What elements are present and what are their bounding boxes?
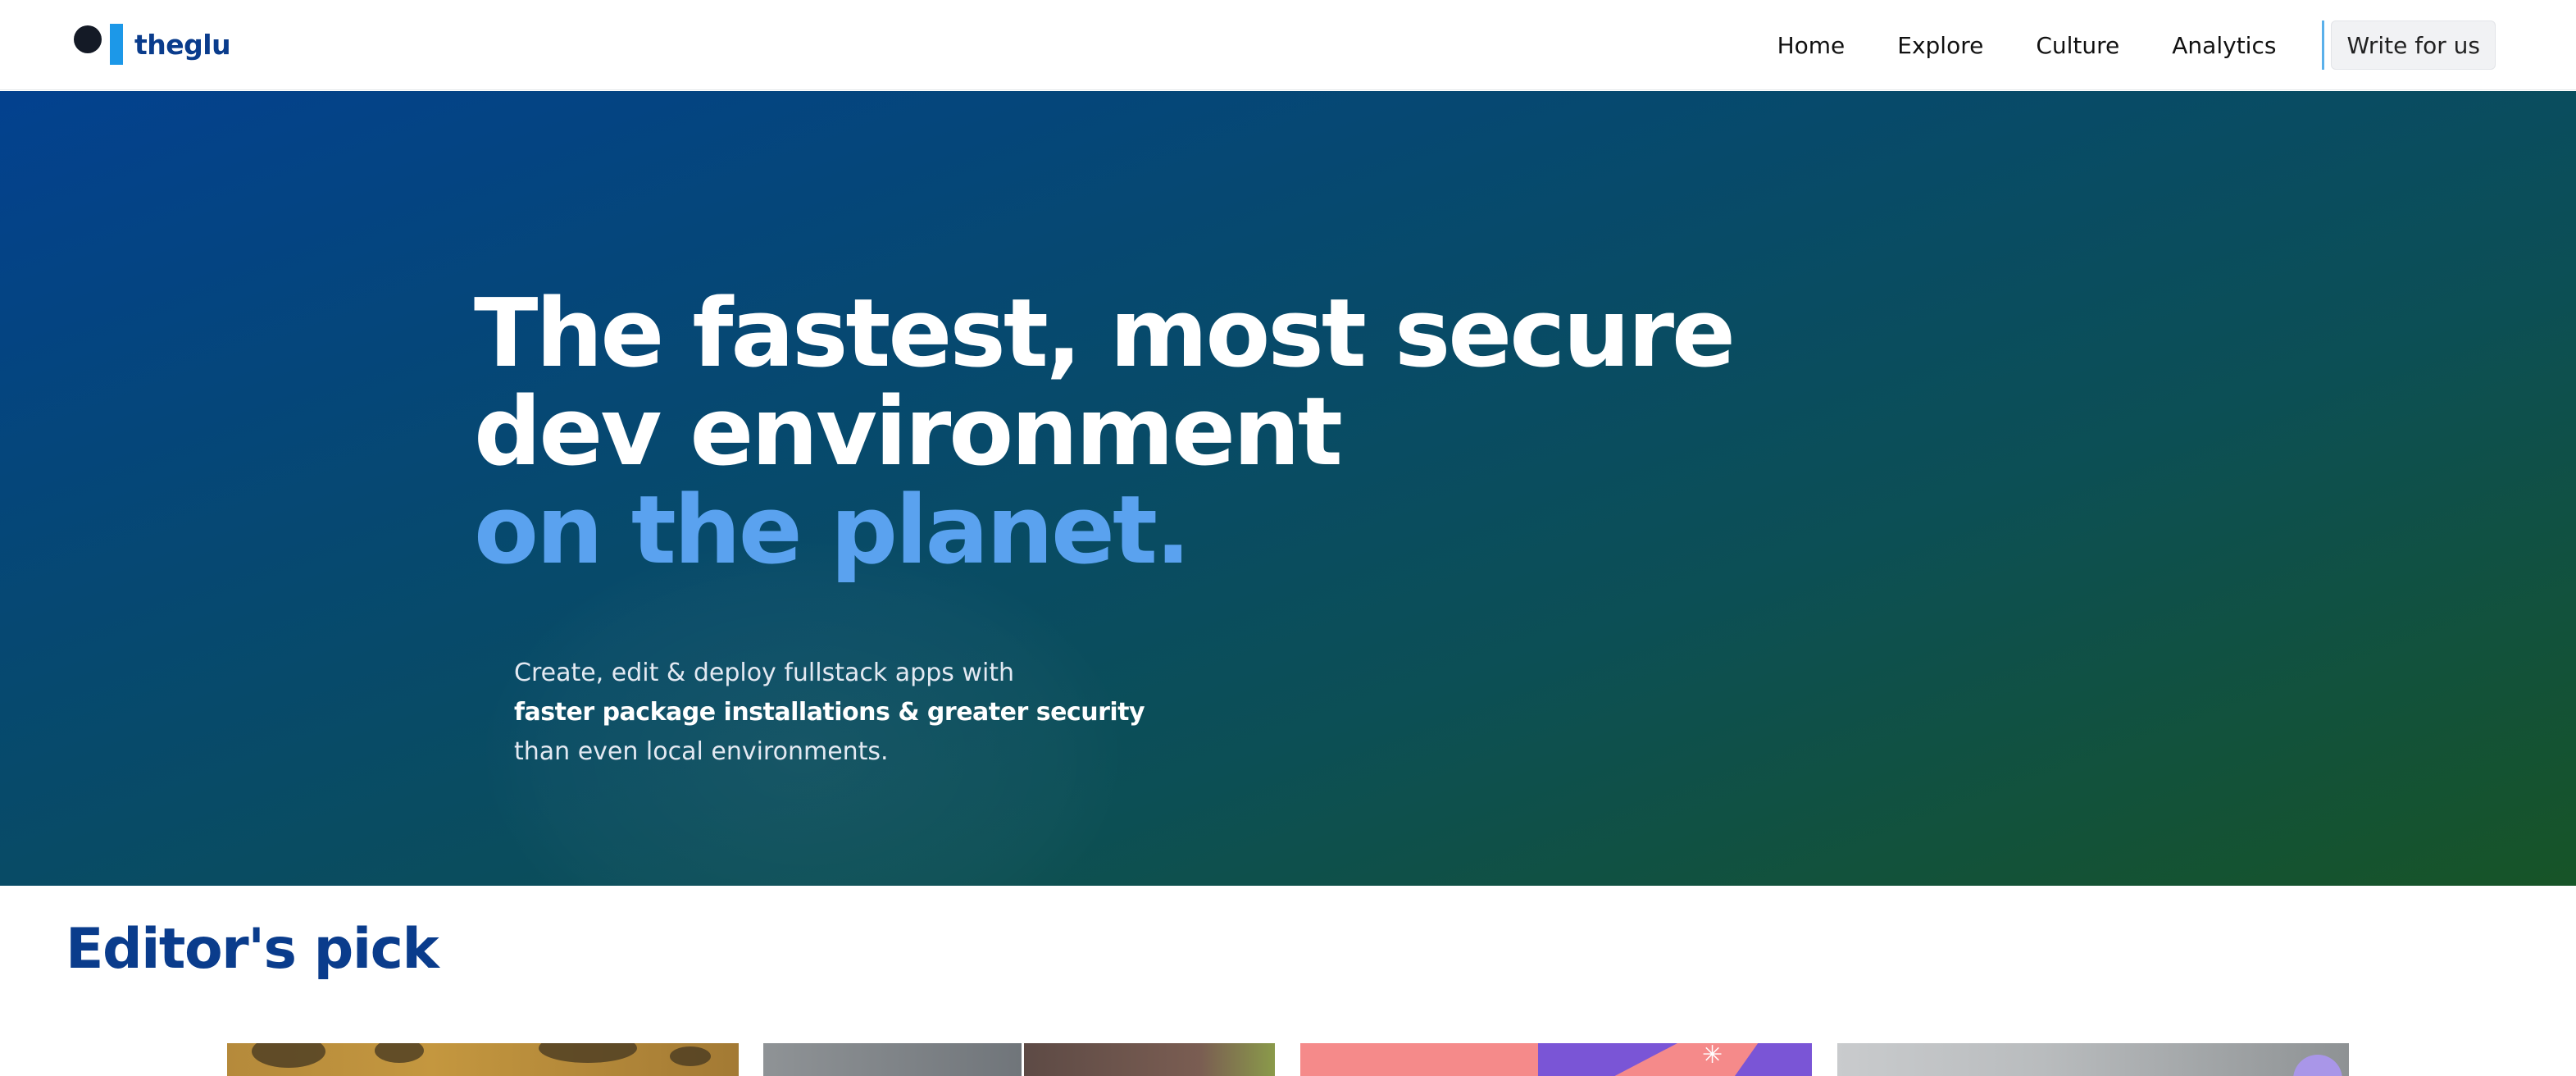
hero-subtitle-line-1: Create, edit & deploy fullstack apps wit… (514, 659, 1015, 687)
editors-pick-card-1-image[interactable] (227, 1043, 739, 1076)
sparkle-icon: ✳ (1702, 1043, 1723, 1069)
hero-subtitle-line-3: than even local environments. (514, 737, 889, 766)
editors-pick-card-3-image[interactable]: ✳ (1300, 1043, 1812, 1076)
hero-title-line-1: The fastest, most secure (474, 279, 1736, 389)
hero-title-line-3: on the planet. (474, 476, 1191, 586)
nav-explore[interactable]: Explore (1897, 32, 1983, 59)
card-4-purple-circle (2293, 1055, 2342, 1076)
hero-title: The fastest, most secure dev environment… (474, 279, 1736, 586)
card-3-purple-shape (1538, 1043, 1677, 1076)
hero-subtitle: Create, edit & deploy fullstack apps wit… (514, 654, 1145, 772)
card-3-purple-shape-right (1735, 1043, 1812, 1076)
nav-culture[interactable]: Culture (2036, 32, 2119, 59)
nav-analytics[interactable]: Analytics (2172, 32, 2276, 59)
card-2-photo-right (1024, 1043, 1275, 1076)
card-2-photo-left (763, 1043, 1022, 1076)
editors-pick-card-4-image[interactable] (1837, 1043, 2349, 1076)
brand-logo[interactable]: theglu (74, 23, 231, 66)
nav-home[interactable]: Home (1777, 32, 1846, 59)
brand-name: theglu (134, 28, 231, 61)
main-nav: Home Explore Culture Analytics Write for… (1777, 0, 2496, 90)
editors-pick-card-2-image[interactable] (763, 1043, 1275, 1076)
write-for-us-button[interactable]: Write for us (2331, 21, 2496, 70)
hero-banner: The fastest, most secure dev environment… (0, 91, 2576, 886)
logo-dot-icon (74, 25, 102, 53)
logo-bar-icon (110, 24, 123, 65)
hero-subtitle-line-2: faster package installations & greater s… (514, 698, 1145, 727)
hero-title-line-2: dev environment (474, 377, 1343, 487)
editors-pick-heading: Editor's pick (66, 917, 439, 982)
nav-divider (2322, 21, 2325, 70)
site-header: theglu Home Explore Culture Analytics Wr… (0, 0, 2576, 90)
